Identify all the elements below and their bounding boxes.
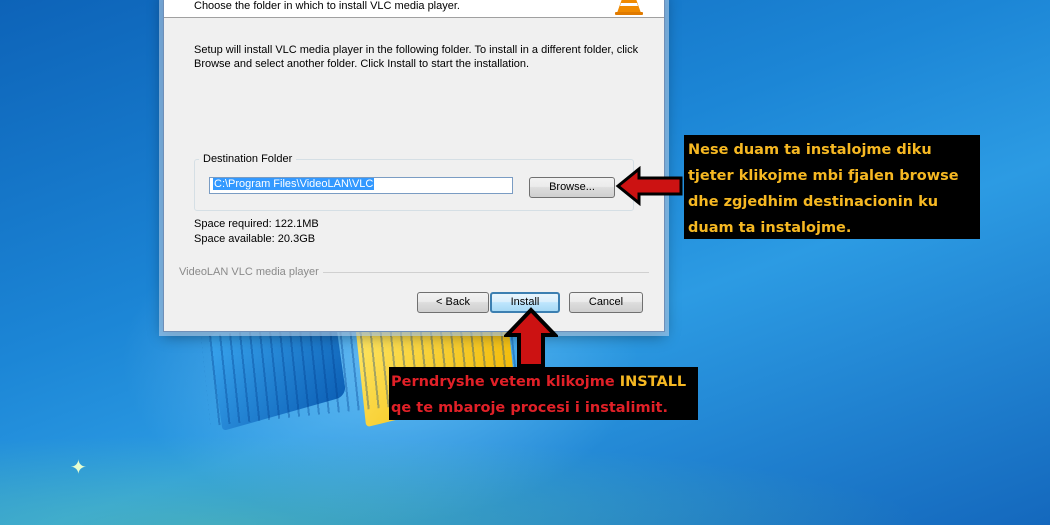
- left-arrow-icon: [615, 166, 683, 206]
- brand-text: VideoLAN VLC media player: [179, 266, 323, 278]
- install-annotation: Perndryshe vetem klikojme INSTALL qe te …: [389, 367, 698, 420]
- up-arrow-icon: [504, 307, 558, 368]
- destination-path-value: C:\Program Files\VideoLAN\VLC: [213, 178, 375, 190]
- desktop-light-streak: [0, 420, 1050, 525]
- install-description: Setup will install VLC media player in t…: [194, 44, 639, 70]
- header-subtitle: Choose the folder in which to install VL…: [194, 0, 460, 12]
- install-note-highlight: INSTALL: [619, 374, 687, 390]
- vlc-cone-icon: [615, 0, 643, 15]
- vlc-setup-dialog: Choose the folder in which to install VL…: [163, 0, 665, 332]
- destination-folder-label: Destination Folder: [199, 153, 297, 165]
- browse-button[interactable]: Browse...: [529, 177, 615, 198]
- install-note-part2: qe te mbaroje procesi i instalimit.: [391, 400, 669, 416]
- destination-path-input[interactable]: C:\Program Files\VideoLAN\VLC: [209, 177, 513, 194]
- back-button[interactable]: < Back: [417, 292, 489, 313]
- space-available: Space available: 20.3GB: [194, 233, 316, 245]
- sparkle-icon: ✦: [70, 457, 87, 479]
- install-note-part1: Perndryshe vetem klikojme: [391, 374, 620, 390]
- dialog-header: Choose the folder in which to install VL…: [164, 0, 664, 18]
- browse-annotation: Nese duam ta instalojme diku tjeter klik…: [684, 135, 980, 239]
- cancel-button[interactable]: Cancel: [569, 292, 643, 313]
- space-required: Space required: 122.1MB: [194, 218, 319, 230]
